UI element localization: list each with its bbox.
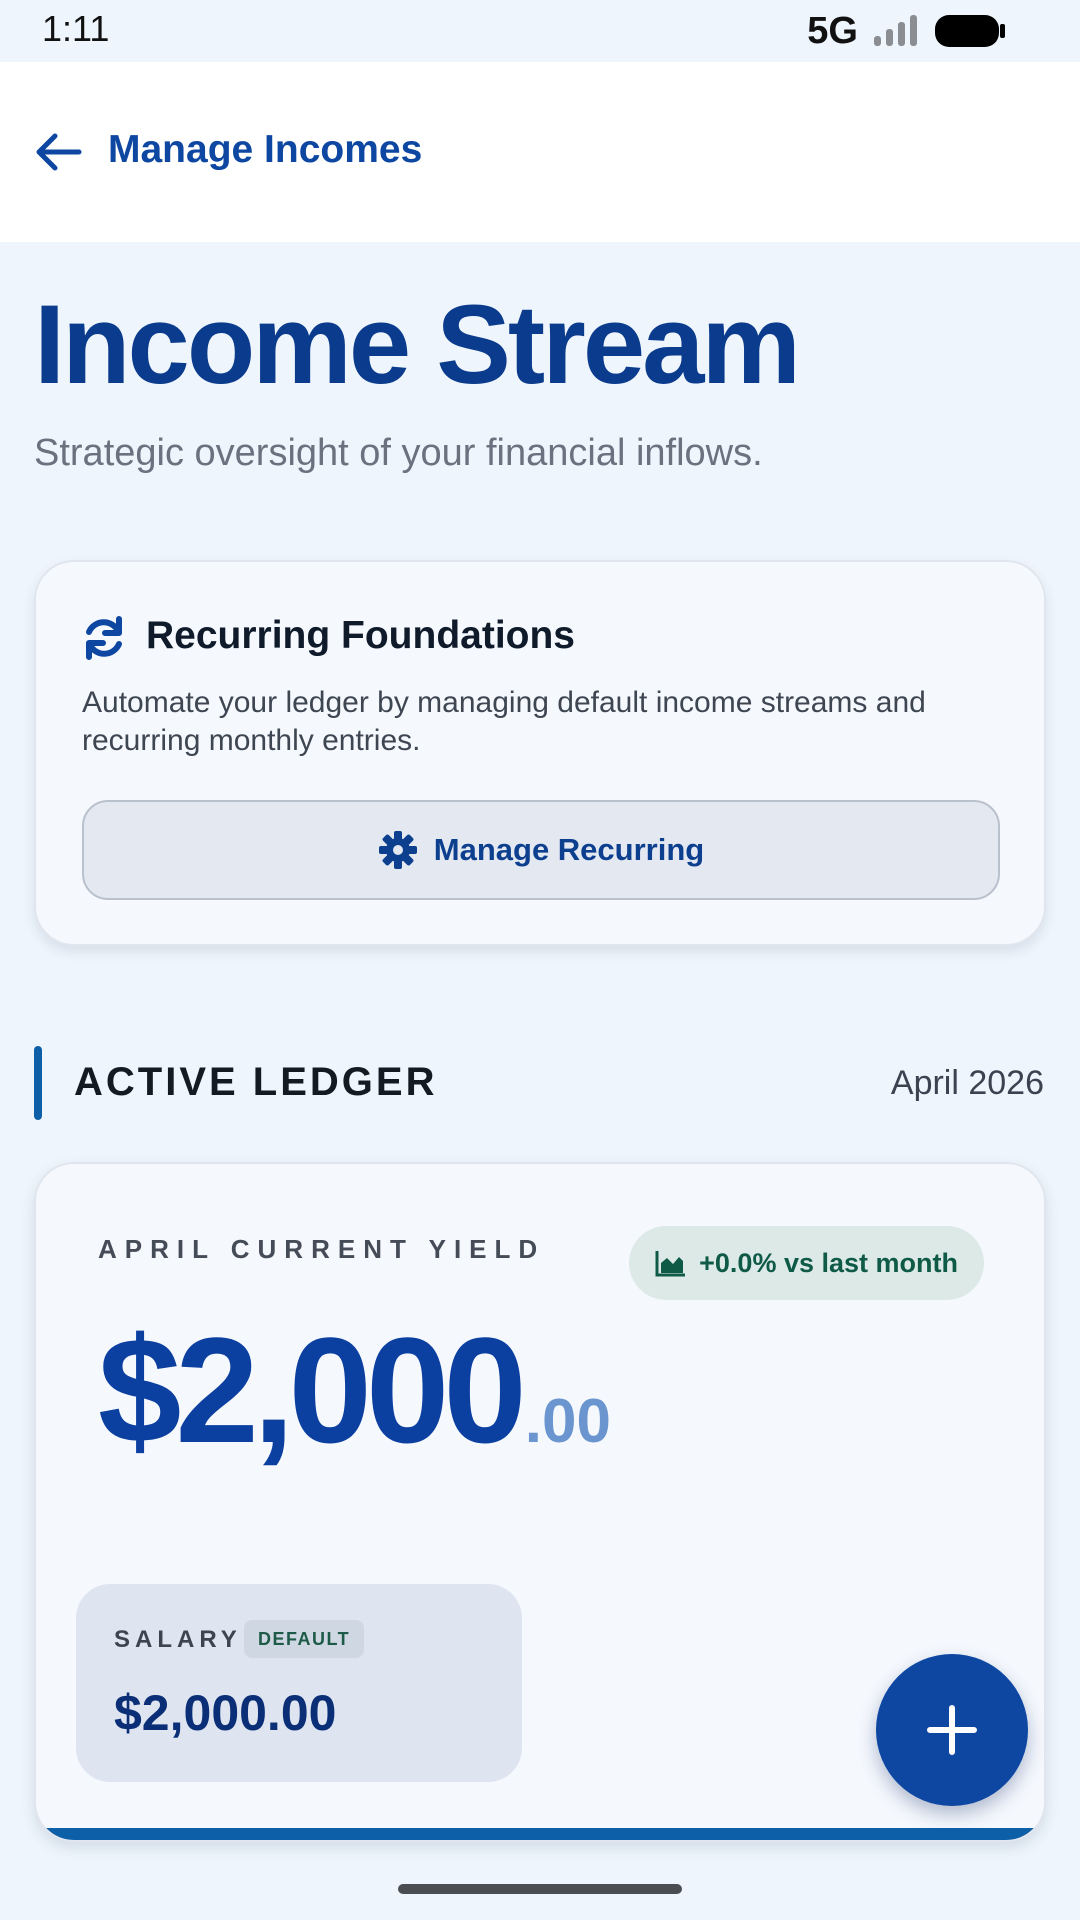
trend-label: +0.0% vs last month [699, 1247, 958, 1278]
recurring-title: Recurring Foundations [146, 614, 575, 657]
recurring-description: Automate your ledger by managing default… [82, 686, 926, 757]
income-source-name: SALARY [114, 1626, 242, 1653]
page-title: Income Stream [34, 282, 801, 407]
card-accent-bar [36, 1828, 1044, 1840]
yield-amount-cents: .00 [524, 1387, 611, 1456]
add-income-button[interactable] [876, 1654, 1028, 1806]
manage-recurring-label: Manage Recurring [433, 832, 705, 867]
ledger-heading: ACTIVE LEDGER [74, 1060, 438, 1104]
yield-amount-whole: $2,000 [98, 1306, 527, 1474]
area-chart-icon [655, 1251, 686, 1277]
yield-label: APRIL CURRENT YIELD [98, 1234, 546, 1264]
home-indicator[interactable] [398, 1884, 682, 1894]
default-badge: DEFAULT [244, 1620, 365, 1658]
app-bar: Manage Incomes [0, 62, 1080, 242]
recurring-foundations-card: Recurring Foundations Automate your ledg… [34, 560, 1046, 946]
yield-amount: $2,000 .00 [98, 1304, 611, 1477]
page-subtitle: Strategic oversight of your financial in… [34, 432, 763, 474]
arrow-left-icon [36, 133, 82, 171]
income-source-tile[interactable]: SALARY DEFAULT $2,000.00 [76, 1584, 522, 1782]
back-button[interactable] [30, 124, 86, 180]
battery-icon [935, 15, 1005, 47]
trend-badge: +0.0% vs last month [629, 1226, 984, 1300]
app-bar-title: Manage Incomes [108, 128, 423, 171]
status-time: 1:11 [42, 8, 110, 49]
ledger-accent-bar [34, 1046, 42, 1120]
plus-icon [927, 1705, 977, 1755]
manage-recurring-button[interactable]: Manage Recurring [82, 800, 1000, 900]
status-icons: 5G [807, 8, 1006, 54]
status-bar: 1:11 5G [0, 0, 1080, 62]
income-source-amount: $2,000.00 [114, 1685, 337, 1741]
refresh-icon [86, 616, 122, 660]
signal-icon [874, 15, 917, 46]
gear-icon [378, 831, 417, 869]
ledger-month: April 2026 [890, 1064, 1044, 1102]
network-type: 5G [807, 9, 858, 52]
